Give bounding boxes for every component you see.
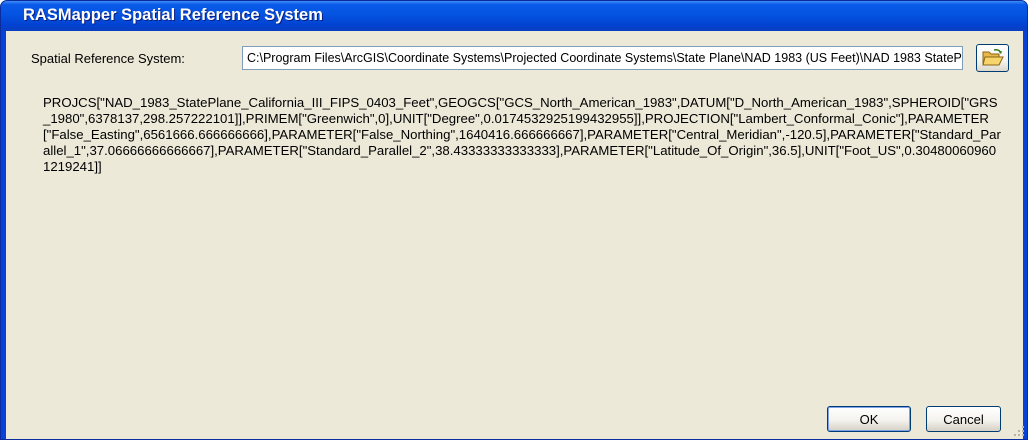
cancel-button[interactable]: Cancel <box>926 406 1001 432</box>
browse-button[interactable] <box>976 44 1009 72</box>
srs-label: Spatial Reference System: <box>31 51 185 66</box>
srs-path-field[interactable]: C:\Program Files\ArcGIS\Coordinate Syste… <box>242 46 963 70</box>
projection-definition-text: PROJCS["NAD_1983_StatePlane_California_I… <box>43 95 1001 174</box>
dialog-window: RASMapper Spatial Reference System Spati… <box>0 0 1028 440</box>
resize-grip-icon[interactable] <box>1013 425 1025 437</box>
dialog-body <box>6 31 1023 439</box>
window-title: RASMapper Spatial Reference System <box>23 6 323 24</box>
title-bar[interactable]: RASMapper Spatial Reference System <box>1 1 1027 31</box>
ok-button[interactable]: OK <box>827 406 911 432</box>
open-folder-icon <box>981 49 1004 66</box>
